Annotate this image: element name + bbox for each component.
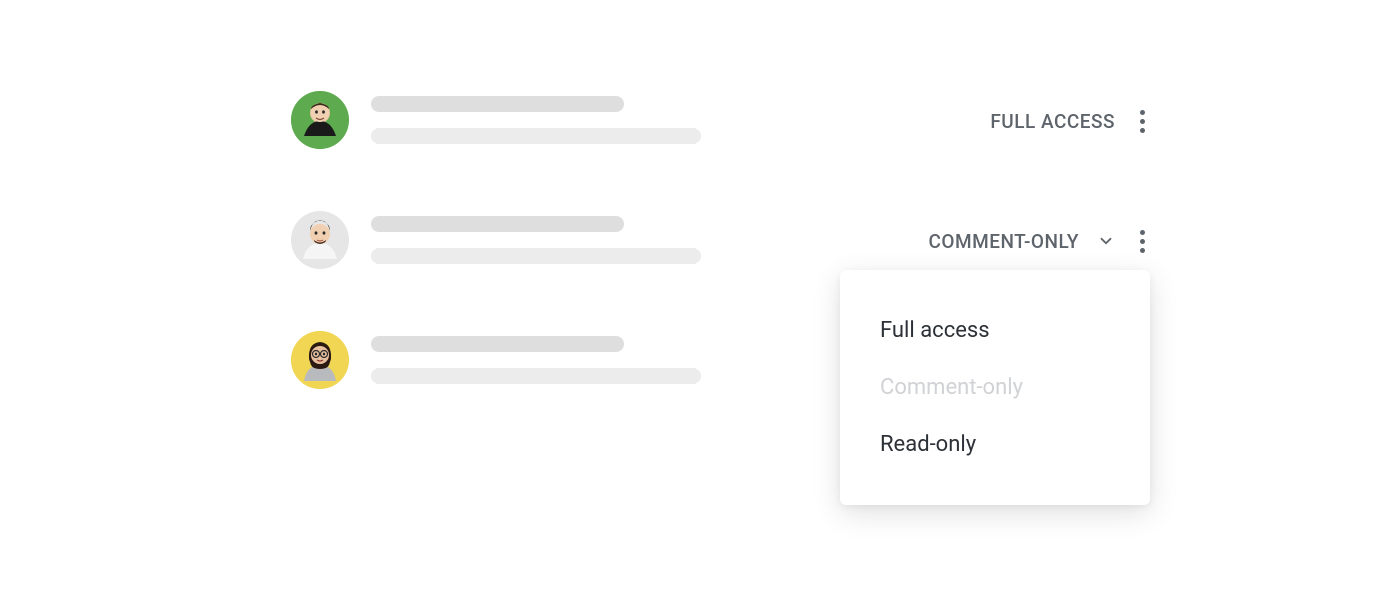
user-row: COMMENT-ONLY [291,210,1151,270]
avatar [291,211,349,269]
access-level-label[interactable]: COMMENT-ONLY [928,230,1079,253]
user-info-placeholder [371,216,701,264]
dropdown-option-full-access[interactable]: Full access [840,302,1150,359]
user-row: FULL ACCESS [291,90,1151,150]
avatar [291,91,349,149]
chevron-down-icon[interactable] [1097,232,1115,250]
placeholder-line [371,336,624,352]
placeholder-line [371,128,701,144]
placeholder-line [371,216,624,232]
placeholder-line [371,248,701,264]
dropdown-option-read-only[interactable]: Read-only [840,416,1150,473]
access-level-label[interactable]: FULL ACCESS [990,110,1115,133]
user-info-placeholder [371,336,701,384]
placeholder-line [371,368,701,384]
placeholder-line [371,96,624,112]
more-options-icon[interactable] [1133,228,1151,254]
user-info-placeholder [371,96,701,144]
avatar [291,331,349,389]
dropdown-option-comment-only[interactable]: Comment-only [840,359,1150,416]
access-level-dropdown: Full access Comment-only Read-only [840,270,1150,505]
more-options-icon[interactable] [1133,108,1151,134]
